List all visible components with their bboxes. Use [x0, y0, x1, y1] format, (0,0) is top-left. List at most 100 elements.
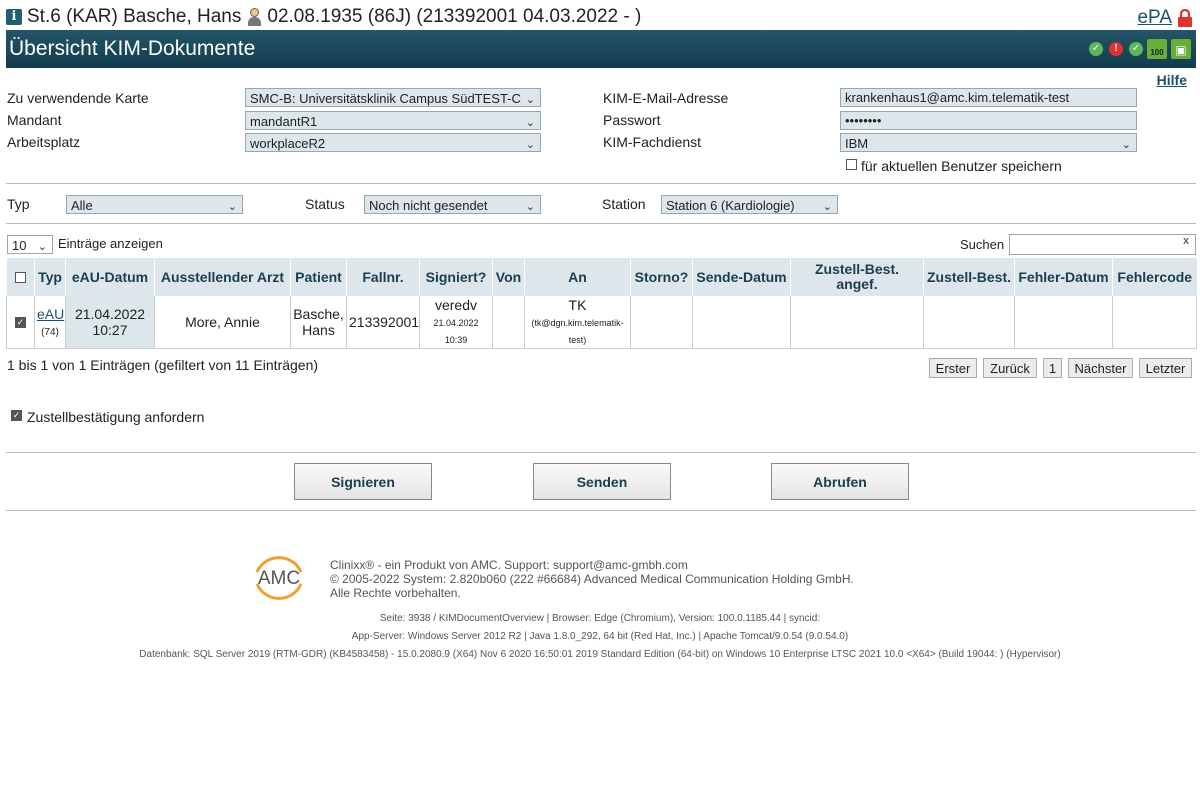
page-size-select[interactable]: 10 ⌄ [7, 235, 53, 254]
column-header-send-date[interactable]: Sende-Datum [692, 258, 791, 296]
station-filter-label: Station [602, 196, 646, 212]
column-header-patient[interactable]: Patient [290, 258, 347, 296]
help-link[interactable]: Hilfe [1157, 72, 1187, 88]
service-label: KIM-Fachdienst [603, 134, 702, 150]
mandant-select[interactable]: mandantR1 ⌄ [245, 111, 541, 130]
card-reader-icon: ▣ [1171, 39, 1191, 59]
chevron-down-icon: ⌄ [525, 201, 535, 213]
save-user-checkbox[interactable] [846, 159, 857, 170]
search-input[interactable] [1009, 234, 1196, 255]
divider [6, 452, 1196, 453]
signed-cell: veredv 21.04.2022 10:39 [419, 296, 493, 349]
page-1-button[interactable]: 1 [1043, 358, 1062, 378]
patient-name: St.6 (KAR) Basche, Hans [27, 6, 242, 27]
first-page-button[interactable]: Erster [929, 358, 977, 378]
next-page-button[interactable]: Nächster [1068, 358, 1133, 378]
divider [6, 183, 1196, 184]
chevron-down-icon: ⌄ [525, 139, 535, 151]
row-checkbox[interactable]: ✓ [15, 316, 26, 328]
workplace-label: Arbeitsplatz [7, 134, 81, 150]
lock-icon [1178, 9, 1192, 27]
type-cell: eAU (74) [34, 296, 66, 349]
delivery-requested-cell [790, 296, 924, 349]
clear-search-icon[interactable]: x [1183, 235, 1189, 247]
type-link[interactable]: eAU [37, 306, 64, 322]
footer-info-3: Datenbank: SQL Server 2019 (RTM-GDR) (KB… [139, 649, 1061, 660]
chevron-down-icon: ⌄ [1121, 139, 1131, 151]
table-header-row: Typ eAU-Datum Ausstellender Arzt Patient… [6, 258, 1197, 296]
patient-details: 02.08.1935 (86J) (213392001 04.03.2022 -… [267, 6, 642, 27]
column-header-type[interactable]: Typ [34, 258, 66, 296]
svg-text:AMC: AMC [258, 568, 300, 589]
column-header-storno[interactable]: Storno? [630, 258, 693, 296]
sign-button[interactable]: Signieren [294, 463, 432, 500]
column-header-error-date[interactable]: Fehler-Datum [1014, 258, 1113, 296]
type-count: (74) [41, 327, 59, 338]
status-ok-icon: ✓ [1089, 42, 1103, 56]
status-ok-icon-2: ✓ [1129, 42, 1143, 56]
select-all-checkbox[interactable] [15, 271, 26, 283]
entries-label: Einträge anzeigen [58, 236, 163, 251]
error-date-cell [1014, 296, 1113, 349]
send-button[interactable]: Senden [533, 463, 671, 500]
type-filter-label: Typ [7, 196, 30, 212]
status-error-icon: ! [1109, 42, 1123, 56]
from-cell [492, 296, 525, 349]
column-header-eau-date[interactable]: eAU-Datum [65, 258, 155, 296]
email-label: KIM-E-Mail-Adresse [603, 90, 729, 106]
pagination-info: 1 bis 1 von 1 Einträgen (gefiltert von 1… [7, 357, 319, 373]
table-row[interactable]: ✓ eAU (74) 21.04.2022 10:27 More, Annie B… [6, 296, 1197, 349]
chevron-down-icon: ⌄ [525, 117, 535, 129]
column-header-signed[interactable]: Signiert? [419, 258, 493, 296]
epa-link[interactable]: ePA [1137, 7, 1172, 29]
footer-line-1: Clinixx® - ein Produkt von AMC. Support:… [330, 558, 688, 572]
storno-cell [630, 296, 693, 349]
password-field[interactable]: •••••••• [840, 111, 1137, 130]
last-page-button[interactable]: Letzter [1139, 358, 1192, 378]
card-label: Zu verwendende Karte [7, 90, 149, 106]
save-user-label: für aktuellen Benutzer speichern [861, 158, 1062, 174]
battery-icon: 100 [1147, 39, 1167, 59]
card-select[interactable]: SMC-B: Universitätsklinik Campus SüdTEST… [245, 88, 541, 107]
send-date-cell [692, 296, 791, 349]
footer-line-2: © 2005-2022 System: 2.820b060 (222 #6668… [330, 572, 854, 586]
chevron-down-icon: ⌄ [822, 201, 832, 213]
error-code-cell [1112, 296, 1197, 349]
doctor-cell: More, Annie [154, 296, 291, 349]
column-header-error-code[interactable]: Fehlercode [1112, 258, 1197, 296]
previous-page-button[interactable]: Zurück [983, 358, 1037, 378]
column-header-case-no[interactable]: Fallnr. [346, 258, 420, 296]
info-icon[interactable]: i [6, 9, 22, 25]
search-label: Suchen [960, 237, 1005, 252]
select-all-header[interactable] [6, 258, 35, 296]
column-header-doctor[interactable]: Ausstellender Arzt [154, 258, 291, 296]
delivery-cell [923, 296, 1015, 349]
divider [6, 510, 1196, 511]
patient-header: i St.6 (KAR) Basche, Hans 02.08.1935 (86… [6, 6, 641, 28]
to-cell: TK (tk@dgn.kim.telematik-test) [524, 296, 631, 349]
documents-table: Typ eAU-Datum Ausstellender Arzt Patient… [6, 258, 1197, 349]
station-filter-select[interactable]: Station 6 (Kardiologie) ⌄ [661, 195, 838, 214]
mandant-label: Mandant [7, 112, 62, 128]
amc-logo: AMC [255, 556, 303, 600]
divider [6, 223, 1196, 224]
column-header-delivery[interactable]: Zustell-Best. [923, 258, 1015, 296]
type-filter-select[interactable]: Alle ⌄ [66, 195, 243, 214]
password-label: Passwort [603, 112, 661, 128]
delivery-confirmation-checkbox[interactable]: ✓ [11, 410, 22, 421]
column-header-delivery-requested[interactable]: Zustell-Best. angef. [790, 258, 924, 296]
row-select-cell[interactable]: ✓ [6, 296, 35, 349]
footer-info-2: App-Server: Windows Server 2012 R2 | Jav… [351, 631, 849, 642]
footer-line-3: Alle Rechte vorbehalten. [330, 586, 461, 600]
column-header-from[interactable]: Von [492, 258, 525, 296]
column-header-to[interactable]: An [524, 258, 631, 296]
chevron-down-icon: ⌄ [525, 94, 535, 106]
status-filter-label: Status [305, 196, 345, 212]
footer-info-1: Seite: 3938 / KIMDocumentOverview | Brow… [379, 613, 821, 624]
delivery-confirmation-label: Zustellbestätigung anfordern [27, 409, 205, 425]
service-select[interactable]: IBM ⌄ [840, 133, 1137, 152]
workplace-select[interactable]: workplaceR2 ⌄ [245, 133, 541, 152]
fetch-button[interactable]: Abrufen [771, 463, 909, 500]
email-field[interactable]: krankenhaus1@amc.kim.telematik-test [840, 88, 1137, 107]
status-filter-select[interactable]: Noch nicht gesendet ⌄ [364, 195, 541, 214]
